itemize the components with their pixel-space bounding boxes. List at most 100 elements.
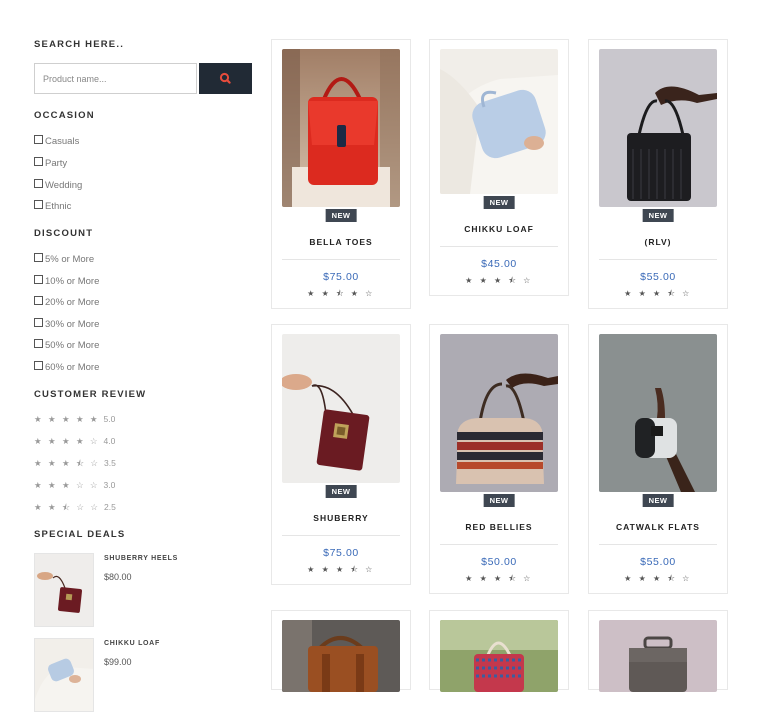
discount-option-30[interactable]: 30% or More	[34, 318, 99, 330]
product-card[interactable]	[429, 610, 569, 692]
product-card[interactable]: NEW (RLV) $55.00 ★ ★ ★ ⯪ ☆	[588, 39, 728, 309]
checkbox[interactable]	[34, 318, 43, 327]
product-price: $55.00	[640, 271, 676, 283]
blue-handbag-image	[35, 639, 93, 711]
discount-title: DISCOUNT	[34, 228, 94, 239]
new-badge: NEW	[483, 494, 515, 507]
product-card[interactable]: NEW SHUBERRY $75.00 ★ ★ ★ ⯪ ☆	[271, 324, 411, 585]
star-rating-icon: ★ ★ ★ ★ ★	[34, 414, 100, 424]
deal-name[interactable]: CHIKKU LOAF	[104, 640, 160, 647]
product-image[interactable]	[599, 620, 717, 692]
deal-price: $99.00	[104, 657, 132, 667]
new-badge: NEW	[325, 485, 357, 498]
star-rating-icon: ★ ★ ★ ⯪ ☆	[34, 458, 100, 468]
review-option-4[interactable]: ★ ★ ★ ★ ☆ 4.0	[34, 436, 115, 447]
search-button[interactable]	[199, 63, 252, 94]
checkbox[interactable]	[34, 296, 43, 305]
blue-handbag-image	[440, 49, 558, 194]
product-name[interactable]: CHIKKU LOAF	[430, 224, 568, 234]
deal-thumbnail[interactable]	[34, 553, 94, 627]
checkbox[interactable]	[34, 253, 43, 262]
divider	[440, 246, 558, 247]
product-image[interactable]	[599, 334, 717, 492]
product-name[interactable]: CATWALK FLATS	[589, 522, 727, 532]
grey-briefcase-image	[599, 620, 717, 692]
review-option-3[interactable]: ★ ★ ★ ☆ ☆ 3.0	[34, 480, 115, 491]
checkbox[interactable]	[34, 157, 43, 166]
product-name[interactable]: SHUBERRY	[272, 513, 410, 523]
product-price: $45.00	[481, 258, 517, 270]
occasion-option-party[interactable]: Party	[34, 157, 67, 169]
checkbox[interactable]	[34, 275, 43, 284]
divider	[440, 544, 558, 545]
red-handbag-image	[282, 49, 400, 207]
checkbox[interactable]	[34, 361, 43, 370]
review-option-2-5[interactable]: ★ ★ ⯪ ☆ ☆ 2.5	[34, 502, 116, 516]
silver-handbag-image	[599, 334, 717, 492]
special-deals-title: SPECIAL DEALS	[34, 529, 126, 540]
rating-stars-icon: ★ ★ ★ ⯪ ☆	[465, 276, 533, 285]
star-rating-icon: ★ ★ ⯪ ☆ ☆	[34, 502, 100, 512]
search-box	[34, 63, 252, 94]
product-image[interactable]	[599, 49, 717, 207]
discount-option-50[interactable]: 50% or More	[34, 339, 99, 351]
deal-thumbnail[interactable]	[34, 638, 94, 712]
striped-handbag-image	[440, 334, 558, 492]
product-image[interactable]	[282, 49, 400, 207]
product-price: $75.00	[323, 547, 359, 559]
product-card[interactable]	[271, 610, 411, 692]
discount-option-20[interactable]: 20% or More	[34, 296, 99, 308]
product-card[interactable]	[588, 610, 728, 692]
star-rating-icon: ★ ★ ★ ☆ ☆	[34, 480, 100, 490]
checkbox[interactable]	[34, 339, 43, 348]
product-price: $55.00	[640, 556, 676, 568]
patterned-bag-image	[440, 620, 558, 692]
product-image[interactable]	[440, 334, 558, 492]
product-image[interactable]	[440, 49, 558, 194]
product-card[interactable]: NEW CATWALK FLATS $55.00 ★ ★ ★ ⯪ ☆	[588, 324, 728, 594]
occasion-option-casuals[interactable]: Casuals	[34, 135, 79, 147]
brown-satchel-image	[282, 620, 400, 692]
product-card[interactable]: NEW CHIKKU LOAF $45.00 ★ ★ ★ ⯪ ☆	[429, 39, 569, 296]
review-option-3-5[interactable]: ★ ★ ★ ⯪ ☆ 3.5	[34, 458, 116, 472]
product-name[interactable]: RED BELLIES	[430, 522, 568, 532]
new-badge: NEW	[642, 494, 674, 507]
deal-name[interactable]: SHUBERRY HEELS	[104, 555, 178, 562]
occasion-option-ethnic[interactable]: Ethnic	[34, 200, 71, 212]
discount-option-10[interactable]: 10% or More	[34, 275, 99, 287]
product-card[interactable]: NEW BELLA TOES $75.00 ★ ★ ⯪ ★ ☆	[271, 39, 411, 309]
review-option-5[interactable]: ★ ★ ★ ★ ★ 5.0	[34, 414, 115, 425]
divider	[599, 544, 717, 545]
search-input[interactable]	[34, 63, 197, 94]
product-price: $50.00	[481, 556, 517, 568]
black-handbag-image	[599, 49, 717, 207]
checkbox[interactable]	[34, 200, 43, 209]
checkbox[interactable]	[34, 179, 43, 188]
search-icon	[219, 72, 231, 84]
review-title: CUSTOMER REVIEW	[34, 389, 147, 400]
rating-stars-icon: ★ ★ ★ ⯪ ☆	[624, 289, 692, 298]
product-image[interactable]	[282, 620, 400, 692]
product-name[interactable]: BELLA TOES	[272, 237, 410, 247]
product-image[interactable]	[440, 620, 558, 692]
burgundy-handbag-image	[282, 334, 400, 483]
product-image[interactable]	[282, 334, 400, 483]
divider	[282, 535, 400, 536]
rating-stars-icon: ★ ★ ★ ⯪ ☆	[465, 574, 533, 583]
discount-option-5[interactable]: 5% or More	[34, 253, 94, 265]
product-card[interactable]: NEW RED BELLIES $50.00 ★ ★ ★ ⯪ ☆	[429, 324, 569, 594]
rating-stars-icon: ★ ★ ★ ⯪ ☆	[307, 565, 375, 574]
product-price: $75.00	[323, 271, 359, 283]
checkbox[interactable]	[34, 135, 43, 144]
discount-option-60[interactable]: 60% or More	[34, 361, 99, 373]
new-badge: NEW	[483, 196, 515, 209]
burgundy-handbag-image	[35, 554, 93, 626]
divider	[282, 259, 400, 260]
deal-price: $80.00	[104, 572, 132, 582]
occasion-option-wedding[interactable]: Wedding	[34, 179, 82, 191]
rating-stars-icon: ★ ★ ⯪ ★ ☆	[307, 289, 375, 298]
star-rating-icon: ★ ★ ★ ★ ☆	[34, 436, 100, 446]
divider	[599, 259, 717, 260]
product-name[interactable]: (RLV)	[589, 237, 727, 247]
new-badge: NEW	[325, 209, 357, 222]
